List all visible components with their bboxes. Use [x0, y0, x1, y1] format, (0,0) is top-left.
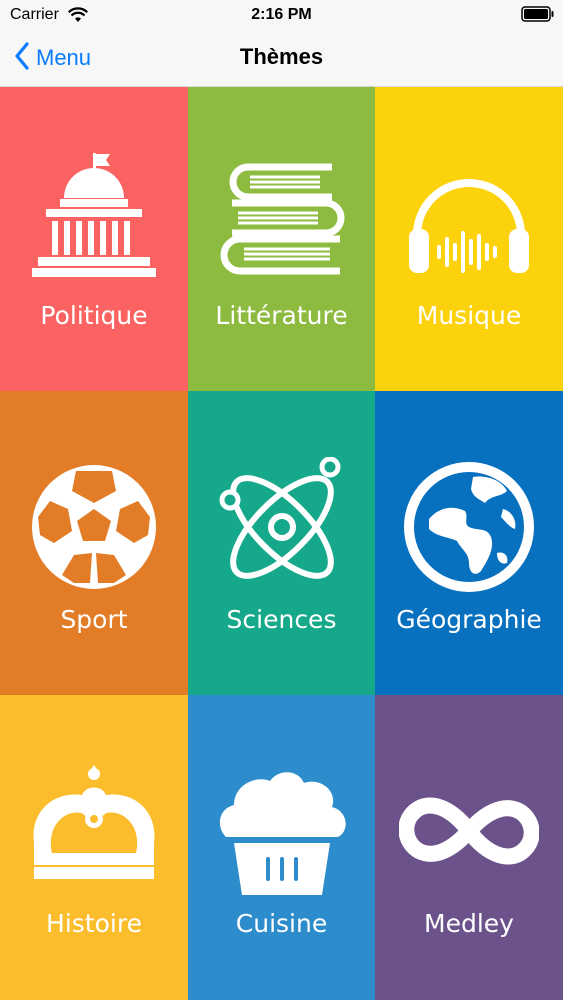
- theme-tile-histoire[interactable]: Histoire: [0, 695, 188, 1000]
- theme-label: Littérature: [215, 301, 348, 330]
- theme-tile-sciences[interactable]: Sciences: [188, 391, 375, 695]
- theme-tile-sport[interactable]: Sport: [0, 391, 188, 695]
- atom-icon: [212, 457, 352, 597]
- books-icon: [212, 153, 352, 293]
- cupcake-icon: [212, 761, 352, 901]
- theme-label: Politique: [40, 301, 148, 330]
- theme-tile-geographie[interactable]: Géographie: [375, 391, 563, 695]
- crown-icon: [24, 761, 164, 901]
- theme-label: Géographie: [396, 605, 542, 634]
- theme-tile-politique[interactable]: Politique: [0, 87, 188, 391]
- status-bar: Carrier 2:16 PM: [0, 0, 563, 30]
- capitol-icon: [24, 153, 164, 293]
- theme-tile-musique[interactable]: Musique: [375, 87, 563, 391]
- theme-label: Cuisine: [235, 909, 328, 938]
- soccer-ball-icon: [24, 457, 164, 597]
- theme-tile-cuisine[interactable]: Cuisine: [188, 695, 375, 1000]
- theme-label: Musique: [416, 301, 522, 330]
- page-title: Thèmes: [239, 44, 324, 69]
- theme-tile-litterature[interactable]: Littérature: [188, 87, 375, 391]
- theme-grid: Politique Littérature Musique Sport Scie…: [0, 87, 563, 1000]
- headphones-icon: [399, 153, 539, 293]
- battery-icon: [521, 6, 555, 27]
- theme-label: Sport: [60, 605, 128, 634]
- theme-tile-medley[interactable]: Medley: [375, 695, 563, 1000]
- theme-label: Histoire: [46, 909, 142, 938]
- infinity-icon: [399, 761, 539, 901]
- navigation-bar: Menu Thèmes: [0, 30, 563, 87]
- theme-label: Sciences: [226, 605, 337, 634]
- globe-icon: [399, 457, 539, 597]
- status-time: 2:16 PM: [251, 6, 312, 23]
- theme-label: Medley: [424, 909, 514, 938]
